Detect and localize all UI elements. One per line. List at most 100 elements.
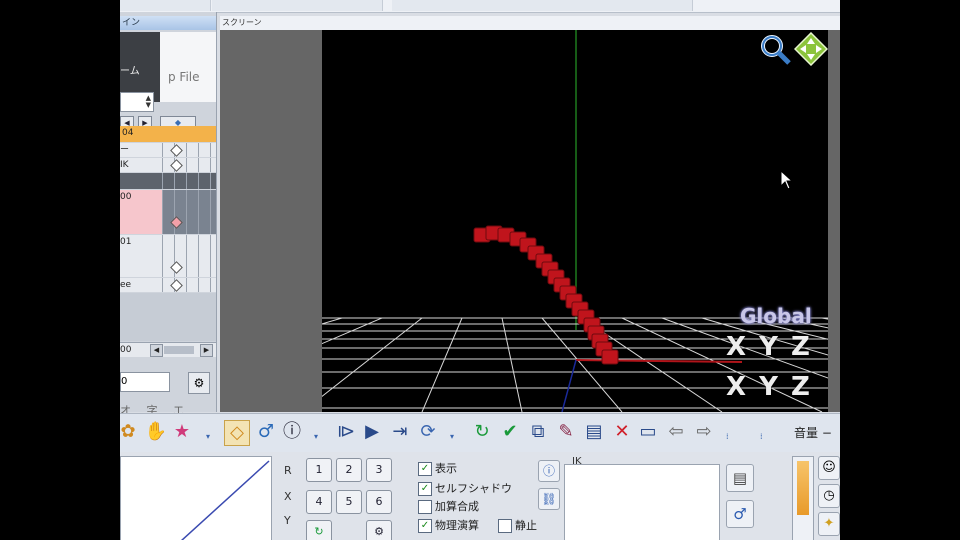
bottom-panel: R X Y 1 2 3 4 5 6 ↻ ⚙ ✓ 表示 ✓ セルフシャドウ 加算合成 … xyxy=(120,452,840,540)
bone-select-icon[interactable]: ✿ xyxy=(120,420,140,444)
checkbox-box xyxy=(498,519,512,533)
hand-icon[interactable]: ✋ xyxy=(144,420,168,444)
interp-button-3[interactable]: 3 xyxy=(366,458,392,482)
list-icon[interactable]: ▤ xyxy=(726,464,754,492)
interp-button-6[interactable]: 6 xyxy=(366,490,392,514)
frame-number-input[interactable]: 0 xyxy=(120,372,170,392)
interp-button-4[interactable]: 4 xyxy=(306,490,332,514)
timeline-row[interactable]: ee xyxy=(120,278,216,292)
star-icon[interactable]: ✦ xyxy=(818,512,840,536)
face-icon[interactable]: ☺ xyxy=(818,456,840,480)
global-axis-label[interactable]: X Y Z xyxy=(726,372,812,402)
info-icon[interactable]: ⓘ xyxy=(280,420,304,444)
zoom-icon[interactable] xyxy=(758,32,792,66)
checkbox-label: 表示 xyxy=(435,462,457,475)
volume-slider[interactable] xyxy=(792,456,814,540)
play-all-icon[interactable]: ⧐ xyxy=(334,420,358,444)
row-label: 04 xyxy=(122,128,134,138)
axis-label-r: R xyxy=(284,464,292,477)
physics-checkbox[interactable]: ✓ 物理演算 xyxy=(418,519,479,533)
axis-label-y: Y xyxy=(284,514,291,527)
top-tab-2[interactable] xyxy=(212,0,383,11)
reverse-paste-icon[interactable]: ▤ xyxy=(582,420,606,444)
dropdown-icon[interactable]: ▾ xyxy=(206,432,210,441)
mmd-window: イン ーム p File ▲ ▼ ◀ ▶ ◆ 04 ー IK 00 01 ee … xyxy=(120,0,840,540)
refresh-icon[interactable]: ↻ xyxy=(470,420,494,444)
top-tab-1[interactable] xyxy=(120,0,211,11)
scroll-left-button[interactable]: ◀ xyxy=(150,344,163,357)
move-icon[interactable] xyxy=(793,31,828,67)
interp-button-2[interactable]: 2 xyxy=(336,458,362,482)
top-tab-3[interactable] xyxy=(392,0,693,11)
timeline-empty xyxy=(120,293,216,341)
gender-icon[interactable]: ♂ xyxy=(254,420,278,444)
dropdown-icon[interactable]: ▾ xyxy=(314,432,318,441)
checkbox-label: 加算合成 xyxy=(435,500,479,513)
static-checkbox[interactable]: 静止 xyxy=(498,519,537,533)
interp-button-5[interactable]: 5 xyxy=(336,490,362,514)
loop-icon[interactable]: ⟳ xyxy=(416,420,440,444)
interp-button-1[interactable]: 1 xyxy=(306,458,332,482)
dropdown-icon[interactable]: ⁞ xyxy=(760,432,763,441)
redo-icon[interactable]: ⇨ xyxy=(692,420,716,444)
row-label: IK xyxy=(120,160,129,170)
undo-icon[interactable]: ⇦ xyxy=(664,420,688,444)
volume-label: 音量 − xyxy=(794,426,832,440)
additive-checkbox[interactable]: 加算合成 xyxy=(418,500,479,514)
delete-icon[interactable]: ✕ xyxy=(610,420,634,444)
timeline-row-selected[interactable]: 04 xyxy=(120,126,216,142)
check-icon[interactable]: ✔ xyxy=(498,420,522,444)
top-bar xyxy=(120,0,840,13)
local-axis-label[interactable]: X Y Z xyxy=(726,332,812,362)
cursor-icon xyxy=(780,169,794,194)
dropdown-icon[interactable]: ⁞ xyxy=(726,432,729,441)
clock-icon[interactable]: ◷ xyxy=(818,484,840,508)
self-shadow-checkbox[interactable]: ✓ セルフシャドウ xyxy=(418,482,512,496)
check-icon: ✓ xyxy=(418,519,432,533)
gear-icon[interactable]: ⚙ xyxy=(366,520,392,540)
checkbox-label: 静止 xyxy=(515,519,537,532)
display-checkbox[interactable]: ✓ 表示 xyxy=(418,462,457,476)
link-icon[interactable]: ⛓ xyxy=(538,488,560,510)
timeline-row[interactable]: ー xyxy=(120,143,216,157)
check-icon: ✓ xyxy=(418,482,432,496)
axis-label-x: X xyxy=(284,490,292,503)
gear-icon[interactable]: ⚙ xyxy=(188,372,210,394)
paste-icon[interactable]: ✎ xyxy=(554,420,578,444)
row-label: 01 xyxy=(120,237,132,247)
refresh-icon[interactable]: ↻ xyxy=(306,520,332,540)
play-icon[interactable]: ▶ xyxy=(360,420,384,444)
dropdown-icon[interactable]: ▾ xyxy=(450,432,454,441)
timeline-row[interactable] xyxy=(120,173,216,189)
timeline-scrollbar[interactable]: 00 ◀ ▶ xyxy=(120,342,216,357)
scroll-value: 00 xyxy=(120,345,132,355)
row-label: ee xyxy=(120,280,132,290)
screen-right-margin xyxy=(828,30,840,412)
interpolation-curve[interactable] xyxy=(120,456,272,540)
frame-number-value: 0 xyxy=(121,376,128,387)
star-icon[interactable]: ★ xyxy=(170,420,194,444)
timeline-file-area xyxy=(160,32,216,102)
timeline-row[interactable]: 01 xyxy=(120,235,216,277)
checkbox-label: セルフシャドウ xyxy=(435,482,512,495)
checkbox-label: 物理演算 xyxy=(435,519,479,532)
3d-viewport[interactable]: Global X Y Z X Y Z xyxy=(322,30,828,412)
spin-up-icon[interactable]: ▲ ▼ xyxy=(146,95,151,109)
timeline-row[interactable]: IK xyxy=(120,158,216,172)
bottom-toolbar: ✿ ✋ ★ ▾ ◇ ♂ ⓘ ▾ ⧐ ▶ ⇥ ⟳ ▾ ↻ ✔ ⧉ ✎ ▤ ✕ ▭ … xyxy=(120,413,840,453)
frame-spinner[interactable]: ▲ ▼ xyxy=(120,92,154,112)
timeline-title: イン xyxy=(120,16,216,30)
ik-list[interactable] xyxy=(564,464,720,540)
row-label: ー xyxy=(120,145,130,155)
frame-icon[interactable]: ▭ xyxy=(636,420,660,444)
copy-icon[interactable]: ⧉ xyxy=(526,420,550,444)
info-icon[interactable]: ⓘ xyxy=(538,460,560,482)
row-label: 00 xyxy=(120,192,132,202)
gender-icon[interactable]: ♂ xyxy=(726,500,754,528)
scroll-right-button[interactable]: ▶ xyxy=(200,344,213,357)
coord-mode-label[interactable]: Global xyxy=(740,304,812,328)
play-range-icon[interactable]: ⇥ xyxy=(388,420,412,444)
keyframe-mode-icon[interactable]: ◇ xyxy=(224,420,250,446)
scroll-thumb[interactable] xyxy=(164,346,194,354)
timeline-row-pink[interactable]: 00 xyxy=(120,190,216,234)
